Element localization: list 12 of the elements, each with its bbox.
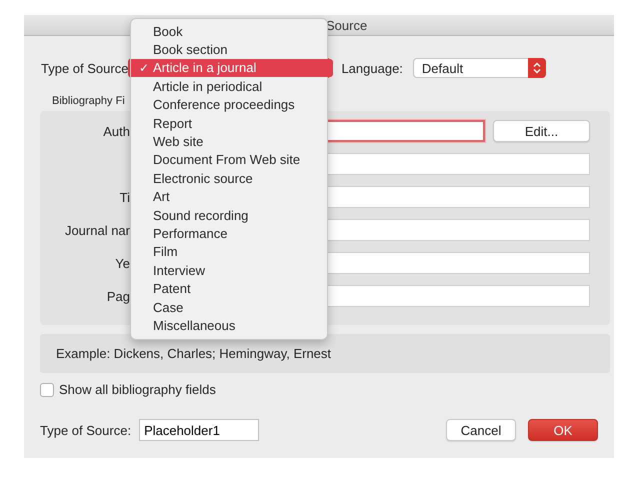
checkbox-label: Show all bibliography fields (59, 382, 216, 397)
field-label: Ye (114, 256, 130, 270)
field-label: Pag (106, 288, 130, 304)
field-label: Journal nar (64, 222, 130, 238)
group-label: Bibliography Fi (52, 95, 125, 107)
field-label: Type of Source: (40, 422, 132, 438)
checkmark-icon: ✓ (135, 60, 153, 75)
field-label: Ti (118, 190, 130, 204)
field-label: Type of Source (41, 60, 128, 76)
example-text: Example: Dickens, Charles; Hemingway, Ernest (56, 346, 332, 361)
field-label: Auth (102, 124, 130, 138)
field-label: Language: (341, 60, 403, 76)
